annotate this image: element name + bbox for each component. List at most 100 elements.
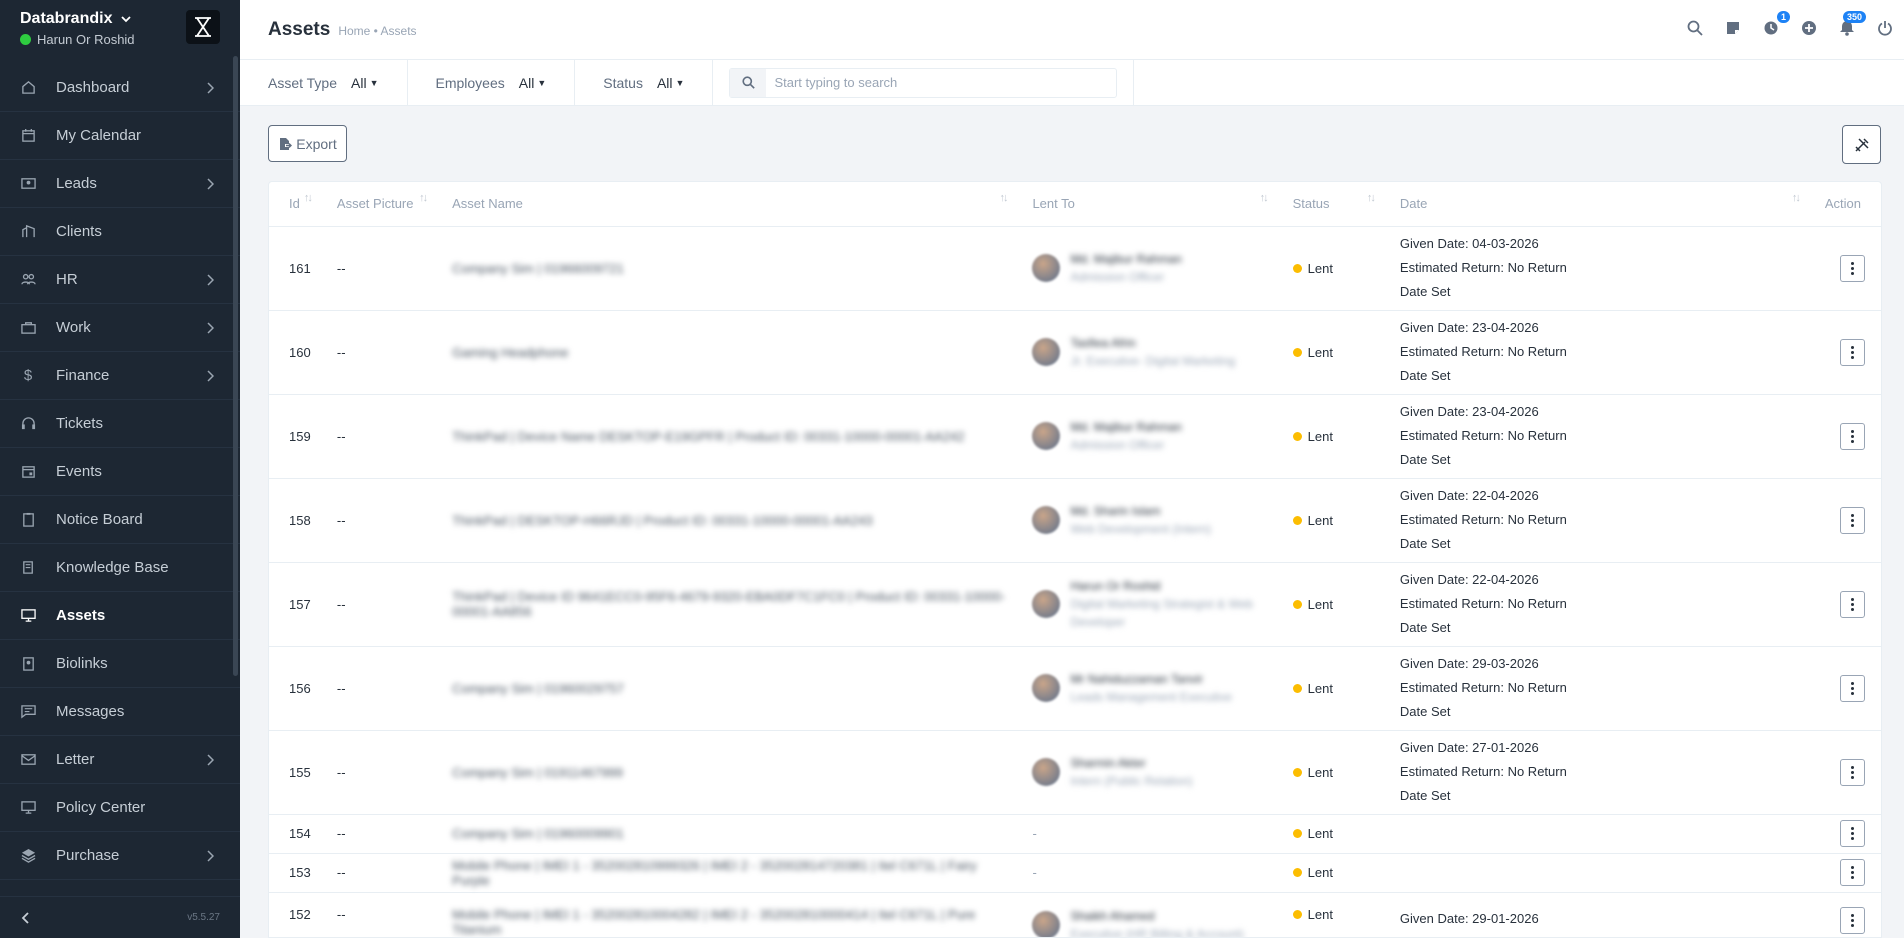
sidebar-item-finance[interactable]: $ Finance	[0, 352, 240, 400]
status-select[interactable]: All	[657, 75, 673, 91]
bell-icon[interactable]: 350	[1836, 11, 1866, 39]
row-action-menu-button[interactable]	[1840, 859, 1865, 886]
asset-type-filter[interactable]: Asset Type All ▼	[240, 59, 408, 106]
status-badge: Lent	[1292, 826, 1380, 841]
top-header: Assets Home • Assets 1 350	[240, 0, 1904, 60]
asset-name-link[interactable]: Mobile Phone | IMEI 1 - 352002810004282 …	[452, 907, 975, 937]
cell-picture: --	[316, 394, 433, 479]
asset-name-link[interactable]: ThinkPad | Device Name DESKTOP-E19GPFR |…	[452, 429, 964, 444]
sidebar-item-policy-center[interactable]: Policy Center	[0, 784, 240, 832]
column-header-date[interactable]: Date ↑↓	[1379, 182, 1805, 227]
status-dot	[1292, 767, 1302, 777]
column-header-id[interactable]: Id ↑↓	[269, 182, 317, 227]
estimated-return: Estimated Return: No Return	[1399, 344, 1567, 359]
row-action-menu-button[interactable]	[1840, 906, 1865, 934]
sticky-note-icon[interactable]	[1722, 17, 1744, 39]
asset-name-link[interactable]: Company Sim | 01911467999	[452, 765, 623, 780]
row-action-menu-button[interactable]	[1840, 338, 1865, 366]
date-info: Given Date: 22-04-2026 Estimated Return: …	[1400, 484, 1805, 556]
avatar	[1032, 674, 1061, 702]
asset-name-link[interactable]: Gaming Headphone	[452, 345, 568, 360]
sidebar-item-dashboard[interactable]: Dashboard	[0, 64, 240, 112]
headset-icon	[20, 416, 36, 432]
column-header-lent-to[interactable]: Lent To ↑↓	[1012, 182, 1273, 227]
lent-to-user[interactable]: Sharmin Akter Intern (Public Relation)	[1032, 754, 1272, 790]
chevron-right-icon	[206, 273, 215, 290]
asset-name-link[interactable]: Company Sim | 01966009721	[452, 261, 624, 276]
add-icon[interactable]	[1798, 17, 1820, 39]
kebab-menu-icon	[1851, 681, 1854, 695]
status-dot	[1292, 431, 1302, 441]
column-header-asset-name[interactable]: Asset Name ↑↓	[432, 182, 1013, 227]
sidebar-item-assets[interactable]: Assets	[0, 592, 240, 640]
employees-select[interactable]: All	[519, 75, 535, 91]
asset-name-link[interactable]: Mobile Phone | IMEI 1 - 352002810999326 …	[452, 858, 977, 888]
column-header-picture[interactable]: Asset Picture ↑↓	[316, 182, 433, 227]
briefcase-icon	[20, 320, 36, 336]
brand-switcher[interactable]: Databrandix Harun Or Roshid	[0, 0, 240, 56]
timer-icon[interactable]: 1	[1760, 11, 1790, 39]
asset-name-link[interactable]: ThinkPad | Device ID 9641ECC0-95F6-4679-…	[452, 589, 1005, 619]
sidebar-item-label: Biolinks	[56, 655, 108, 672]
lent-to-user[interactable]: Mr Nahiduzzaman Tanvir Leads Management E…	[1032, 670, 1272, 706]
lent-to-user[interactable]: Tasfiea Afrin Jr. Executive- Digital Mark…	[1032, 334, 1272, 370]
row-action-menu-button[interactable]	[1840, 254, 1865, 282]
table-row: 160 -- Gaming Headphone Tasfiea Afrin Jr. Ex…	[269, 310, 1881, 395]
export-button[interactable]: Export	[268, 125, 347, 162]
employees-filter[interactable]: Employees All ▼	[408, 59, 576, 106]
cell-id: 159	[269, 394, 317, 479]
row-action-menu-button[interactable]	[1840, 422, 1865, 450]
kebab-menu-icon	[1851, 765, 1854, 779]
kebab-menu-icon	[1851, 913, 1854, 927]
lent-to-user[interactable]: Md. Sharin Islam Web Development (Intern)	[1032, 502, 1272, 538]
sidebar-item-purchase[interactable]: Purchase	[0, 832, 240, 880]
asset-type-select[interactable]: All	[351, 75, 367, 91]
given-date: Given Date: 23-04-2026	[1399, 404, 1539, 419]
tools-button[interactable]	[1842, 125, 1881, 164]
lent-to-user[interactable]: Harun Or Roshid Digital Marketing Strateg…	[1032, 577, 1272, 631]
sidebar-item-work[interactable]: Work	[0, 304, 240, 352]
estimated-return: Estimated Return: No Return	[1399, 596, 1567, 611]
sidebar-item-letter[interactable]: Letter	[0, 736, 240, 784]
table-row: 161 -- Company Sim | 01966009721 Md. Majibu…	[269, 226, 1881, 311]
breadcrumb[interactable]: Home • Assets	[338, 24, 416, 38]
sidebar-item-biolinks[interactable]: Biolinks	[0, 640, 240, 688]
sidebar-item-my-calendar[interactable]: My Calendar	[0, 112, 240, 160]
assets-table: Id ↑↓ Asset Picture ↑↓ Asset Name ↑↓ Lent T…	[269, 182, 1881, 938]
asset-name-link[interactable]: Company Sim | 01960009901	[452, 826, 624, 841]
chevron-right-icon	[206, 369, 215, 386]
sidebar-item-tickets[interactable]: Tickets	[0, 400, 240, 448]
given-date: Given Date: 04-03-2026	[1399, 236, 1539, 251]
sidebar-item-leads[interactable]: Leads	[0, 160, 240, 208]
sidebar-item-events[interactable]: Events	[0, 448, 240, 496]
sidebar-scrollbar[interactable]	[233, 56, 238, 676]
collapse-sidebar-icon[interactable]	[20, 911, 32, 925]
row-action-menu-button[interactable]	[1840, 506, 1865, 534]
row-action-menu-button[interactable]	[1840, 820, 1865, 847]
status-badge: Lent	[1292, 681, 1380, 696]
power-icon[interactable]	[1874, 17, 1896, 39]
sidebar-item-knowledge-base[interactable]: Knowledge Base	[0, 544, 240, 592]
lent-to-user[interactable]: Md. Majibur Rahman Admission Officer	[1032, 418, 1272, 454]
table-row: 154 -- Company Sim | 01960009901 - Lent	[269, 814, 1881, 854]
row-action-menu-button[interactable]	[1840, 590, 1865, 618]
column-header-status[interactable]: Status ↑↓	[1272, 182, 1380, 227]
cell-picture: --	[316, 310, 433, 395]
search-icon[interactable]	[1684, 17, 1706, 39]
lent-to-user[interactable]: Shaikh Ahamed Executive (HR Billing & Acc…	[1032, 907, 1272, 937]
sidebar-item-notice-board[interactable]: Notice Board	[0, 496, 240, 544]
sidebar-item-clients[interactable]: Clients	[0, 208, 240, 256]
sort-icon: ↑↓	[1791, 192, 1801, 204]
search-input[interactable]	[766, 75, 1107, 90]
row-action-menu-button[interactable]	[1840, 758, 1865, 786]
asset-name-link[interactable]: Company Sim | 01960029757	[452, 681, 624, 696]
date-info: Given Date: 29-01-2026 Estimated Return: …	[1400, 907, 1805, 938]
lent-to-user[interactable]: Md. Majibur Rahman Admission Officer	[1032, 250, 1272, 286]
cell-picture: --	[316, 853, 433, 893]
row-action-menu-button[interactable]	[1840, 674, 1865, 702]
estimated-return: Estimated Return: No Return	[1400, 931, 1805, 938]
sidebar-item-messages[interactable]: Messages	[0, 688, 240, 736]
sidebar-item-hr[interactable]: HR	[0, 256, 240, 304]
asset-name-link[interactable]: ThinkPad | DESKTOP-H66RJD | Product ID: …	[452, 513, 873, 528]
status-filter[interactable]: Status All ▼	[575, 59, 714, 106]
